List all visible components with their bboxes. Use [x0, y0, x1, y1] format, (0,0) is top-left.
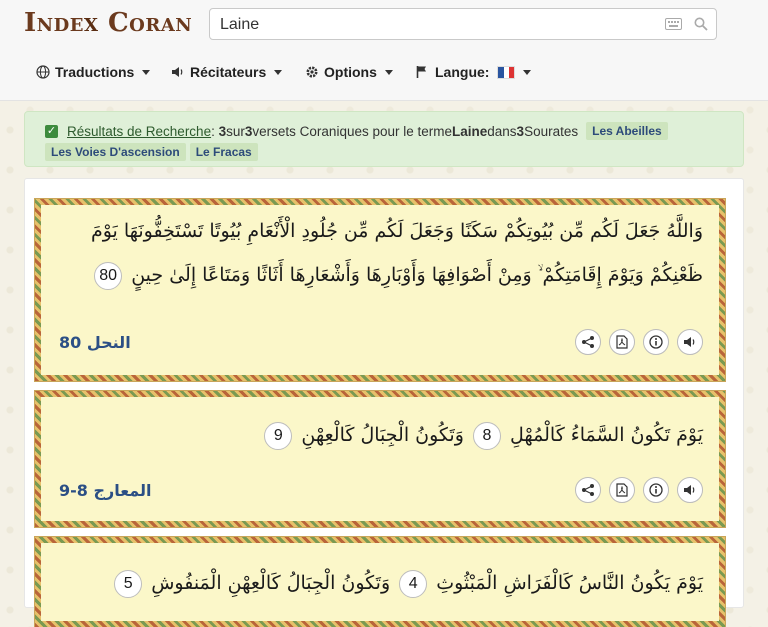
speaker-icon	[684, 485, 695, 495]
nav-reciters[interactable]: Récitateurs	[171, 64, 283, 80]
surah-tag[interactable]: Le Fracas	[189, 143, 258, 161]
surah-tag[interactable]: Les Voies D'ascension	[45, 143, 186, 161]
verse-text-line: ظَعْنِكُمْ وَيَوْمَ إِقَامَتِكُمْ ۙ وَمِ…	[131, 264, 703, 286]
globe-icon	[36, 65, 50, 79]
verse-number: 9	[264, 422, 293, 450]
nav-translations-label: Traductions	[55, 64, 135, 80]
verse-actions	[575, 477, 703, 503]
speaker-icon	[172, 67, 183, 77]
results-dans: dans	[487, 123, 517, 139]
keyboard-icon[interactable]	[665, 18, 682, 30]
pdf-icon	[616, 483, 628, 497]
verse-text: يَوْمَ يَكُونُ النَّاسُ كَالْفَرَاشِ الْ…	[111, 561, 703, 605]
audio-button[interactable]	[677, 329, 703, 355]
results-link[interactable]: Résultats de Recherche	[67, 124, 211, 139]
info-icon	[649, 483, 663, 497]
verse-number: 4	[399, 570, 428, 598]
verse-number: 5	[114, 570, 143, 598]
main-nav: Traductions Récitateurs Options Langue:	[0, 64, 768, 86]
results-count: 3	[218, 123, 227, 139]
verse-card: وَاللَّهُ جَعَلَ لَكُم مِّن بُيُوتِكُمْ …	[35, 199, 725, 381]
verse-card: يَوْمَ تَكُونُ السَّمَاءُ كَالْمُهْلِ 8 …	[35, 391, 725, 527]
flag-icon	[416, 66, 426, 78]
info-button[interactable]	[643, 477, 669, 503]
results-sur: sur	[226, 123, 245, 139]
france-flag-icon	[497, 65, 516, 79]
results-total: 3	[244, 123, 253, 139]
verse-text-line: يَوْمَ تَكُونُ السَّمَاءُ كَالْمُهْلِ	[509, 424, 703, 446]
verse-text-line: وَتَكُونُ الْجِبَالُ كَالْعِهْنِ	[301, 424, 464, 446]
logo-text-1: Inde	[24, 8, 84, 38]
chevron-down-icon	[523, 69, 532, 75]
verse-card: يَوْمَ يَكُونُ النَّاسُ كَالْفَرَاشِ الْ…	[35, 537, 725, 627]
logo-text-x: x	[83, 8, 99, 38]
chevron-down-icon	[274, 69, 283, 75]
verse-number: 80	[94, 262, 123, 290]
nav-options-label: Options	[324, 64, 377, 80]
logo-text-2: Coran	[107, 8, 193, 38]
search-results-summary: ✓ Résultats de Recherche: 3 sur 3 verset…	[24, 111, 744, 167]
gear-icon	[306, 66, 318, 78]
speaker-icon	[684, 337, 695, 347]
pdf-button[interactable]	[609, 477, 635, 503]
share-button[interactable]	[575, 329, 601, 355]
share-icon	[582, 336, 594, 348]
search-box	[209, 8, 717, 40]
pdf-icon	[616, 335, 628, 349]
share-button[interactable]	[575, 477, 601, 503]
verse-text: وَاللَّهُ جَعَلَ لَكُم مِّن بُيُوتِكُمْ …	[53, 209, 703, 297]
audio-button[interactable]	[677, 477, 703, 503]
pdf-button[interactable]	[609, 329, 635, 355]
verses-panel: وَاللَّهُ جَعَلَ لَكُم مِّن بُيُوتِكُمْ …	[24, 178, 744, 627]
verse-reference[interactable]: النحل 80	[59, 333, 131, 352]
check-icon: ✓	[45, 124, 58, 138]
share-icon	[582, 484, 594, 496]
verse-text-line: وَتَكُونُ الْجِبَالُ كَالْعِهْنِ الْمَنف…	[151, 572, 391, 594]
verse-reference[interactable]: المعارج 8-9	[59, 481, 152, 500]
info-button[interactable]	[643, 329, 669, 355]
nav-language[interactable]: Langue:	[416, 64, 532, 80]
info-icon	[649, 335, 663, 349]
nav-reciters-label: Récitateurs	[190, 64, 267, 80]
site-logo[interactable]: Index Coran	[24, 8, 192, 38]
nav-translations[interactable]: Traductions	[36, 64, 151, 80]
surah-tag[interactable]: Les Abeilles	[586, 122, 668, 140]
verse-actions	[575, 329, 703, 355]
results-colon: :	[211, 123, 215, 139]
results-term: Laine	[452, 123, 488, 139]
results-mid-text: versets Coraniques pour le terme	[252, 123, 452, 139]
nav-language-label: Langue:	[435, 64, 490, 80]
nav-options[interactable]: Options	[305, 64, 393, 80]
chevron-down-icon	[384, 69, 393, 75]
search-icon[interactable]	[694, 17, 708, 31]
chevron-down-icon	[142, 69, 151, 75]
results-sourates-count: 3	[516, 123, 525, 139]
search-input[interactable]	[220, 15, 650, 35]
verse-text-line: وَاللَّهُ جَعَلَ لَكُم مِّن بُيُوتِكُمْ …	[90, 220, 703, 242]
top-header: Index Coran Traductions Récitateurs Opti…	[0, 0, 768, 101]
verse-text: يَوْمَ تَكُونُ السَّمَاءُ كَالْمُهْلِ 8 …	[261, 413, 703, 457]
verse-number: 8	[472, 422, 501, 450]
verse-text-line: يَوْمَ يَكُونُ النَّاسُ كَالْفَرَاشِ الْ…	[436, 572, 703, 594]
results-sourates-label: Sourates	[524, 123, 579, 139]
